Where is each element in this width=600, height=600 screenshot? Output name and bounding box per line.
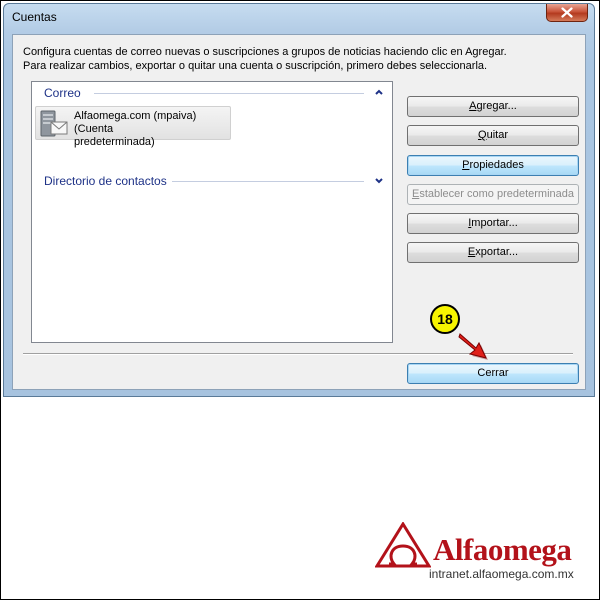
establecer-text-post: stablecer como predeterminada — [419, 188, 575, 200]
propiedades-button[interactable]: Propiedades — [407, 155, 579, 176]
instructions-line-1: Configura cuentas de correo nuevas o sus… — [23, 46, 507, 58]
account-item-alfaomega[interactable]: Alfaomega.com (mpaiva) (Cuenta predeterm… — [35, 106, 231, 148]
mail-server-icon — [40, 110, 68, 137]
group-divider — [94, 93, 364, 94]
group-divider — [172, 181, 364, 182]
instructions-line-2: Para realizar cambios, exportar o quitar… — [23, 60, 488, 72]
close-icon — [561, 7, 573, 18]
quitar-accesskey: Q — [478, 129, 487, 141]
account-label-line-2: predeterminada) — [74, 136, 155, 148]
exportar-text-post: xportar... — [475, 246, 519, 258]
brand-url: intranet.alfaomega.com.mx — [429, 567, 574, 581]
accounts-list[interactable]: Correo Alfaomega.com (mpaiva) (Cuenta pr… — [31, 81, 393, 343]
account-label: Alfaomega.com (mpaiva) (Cuenta predeterm… — [74, 110, 234, 149]
cerrar-button[interactable]: Cerrar — [407, 363, 579, 384]
group-header-correo[interactable]: Correo — [44, 86, 81, 100]
exportar-button[interactable]: Exportar... — [407, 242, 579, 263]
importar-button[interactable]: Importar... — [407, 213, 579, 234]
close-button[interactable] — [546, 4, 588, 22]
dialog-client-area: Configura cuentas de correo nuevas o sus… — [12, 34, 586, 390]
importar-text-post: mportar... — [471, 217, 518, 229]
chevron-down-icon[interactable] — [374, 176, 384, 186]
alfaomega-logo-icon — [375, 522, 431, 568]
instructions: Configura cuentas de correo nuevas o sus… — [23, 45, 507, 73]
cuentas-dialog: Cuentas Configura cuentas de correo nuev… — [3, 3, 595, 397]
account-label-line-1: Alfaomega.com (mpaiva) (Cuenta — [74, 110, 197, 135]
propiedades-text-post: ropiedades — [469, 159, 524, 171]
alfaomega-branding: Alfaomega intranet.alfaomega.com.mx — [375, 520, 585, 582]
establecer-predeterminada-button[interactable]: Establecer como predeterminada — [407, 184, 579, 205]
chevron-up-icon[interactable] — [374, 87, 384, 97]
arrow-pointer-icon — [458, 333, 488, 360]
quitar-text-post: uitar — [486, 129, 508, 141]
agregar-button[interactable]: Agregar... — [407, 96, 579, 117]
brand-name: Alfaomega — [433, 532, 572, 567]
agregar-text-post: gregar... — [476, 100, 517, 112]
window-title: Cuentas — [12, 10, 57, 24]
title-bar[interactable]: Cuentas — [4, 4, 594, 30]
quitar-button[interactable]: Quitar — [407, 125, 579, 146]
group-header-directorio[interactable]: Directorio de contactos — [44, 174, 167, 188]
